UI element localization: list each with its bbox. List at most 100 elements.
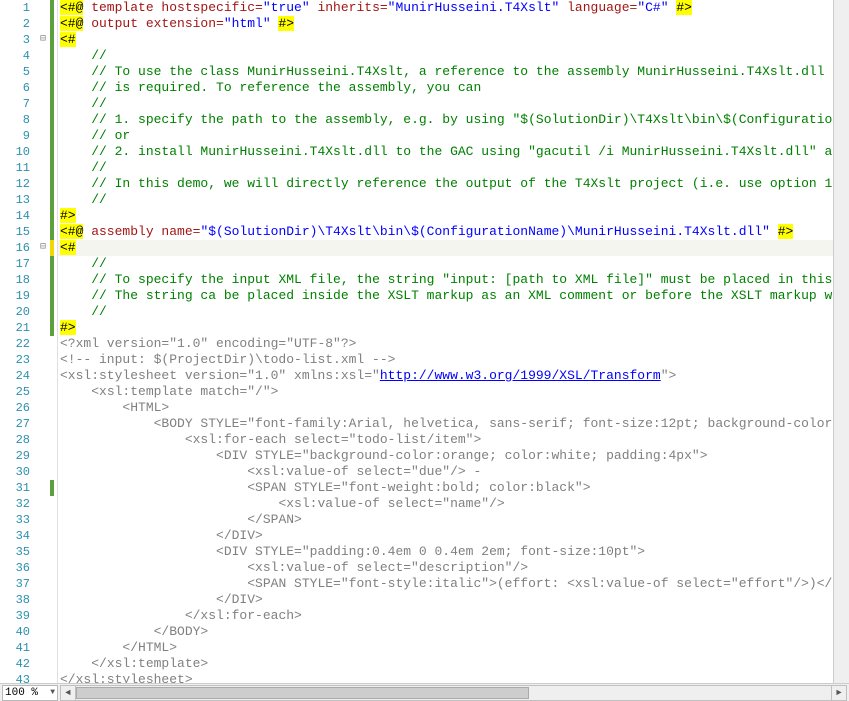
line-number: 18	[0, 273, 36, 287]
code-line[interactable]: </xsl:for-each>	[58, 608, 849, 624]
code-line[interactable]: //	[58, 48, 849, 64]
line-number: 32	[0, 497, 36, 511]
line-number: 12	[0, 177, 36, 191]
code-line[interactable]: </HTML>	[58, 640, 849, 656]
code-line[interactable]: <HTML>	[58, 400, 849, 416]
change-bar	[50, 448, 54, 464]
code-line[interactable]: </DIV>	[58, 528, 849, 544]
bottom-bar: 100 % ▼ ◄ ►	[0, 683, 849, 701]
line-number: 22	[0, 337, 36, 351]
code-lines[interactable]: <#@ template hostspecific="true" inherit…	[58, 0, 849, 683]
code-line[interactable]: //	[58, 160, 849, 176]
change-bar	[50, 64, 54, 80]
change-bar	[50, 176, 54, 192]
line-number: 33	[0, 513, 36, 527]
line-number: 6	[0, 81, 36, 95]
code-line[interactable]: <#@ output extension="html" #>	[58, 16, 849, 32]
fold-toggle[interactable]: ⊟	[36, 240, 50, 256]
gutter-row: 20	[0, 304, 57, 320]
change-bar	[50, 256, 54, 272]
line-number: 16	[0, 241, 36, 255]
gutter-row: 14	[0, 208, 57, 224]
line-number: 20	[0, 305, 36, 319]
line-number: 14	[0, 209, 36, 223]
code-line[interactable]: // is required. To reference the assembl…	[58, 80, 849, 96]
scroll-thumb[interactable]	[76, 687, 529, 699]
change-bar	[50, 624, 54, 640]
code-line[interactable]: <xsl:for-each select="todo-list/item">	[58, 432, 849, 448]
change-bar	[50, 400, 54, 416]
code-line[interactable]: <?xml version="1.0" encoding="UTF-8"?>	[58, 336, 849, 352]
gutter-row: 5	[0, 64, 57, 80]
fold-toggle[interactable]: ⊟	[36, 32, 50, 48]
line-number: 40	[0, 625, 36, 639]
code-line[interactable]: <SPAN STYLE="font-style:italic">(effort:…	[58, 576, 849, 592]
change-bar	[50, 128, 54, 144]
code-line[interactable]: </xsl:stylesheet>	[58, 672, 849, 683]
code-line[interactable]: // 2. install MunirHusseini.T4Xslt.dll t…	[58, 144, 849, 160]
code-line[interactable]: <BODY STYLE="font-family:Arial, helvetic…	[58, 416, 849, 432]
gutter-row: 18	[0, 272, 57, 288]
gutter-row: 32	[0, 496, 57, 512]
change-bar	[50, 576, 54, 592]
code-line[interactable]: //	[58, 96, 849, 112]
code-line[interactable]: //	[58, 192, 849, 208]
change-bar	[50, 672, 54, 683]
code-line[interactable]: <xsl:value-of select="name"/>	[58, 496, 849, 512]
code-line[interactable]: #>	[58, 320, 849, 336]
code-line[interactable]: <SPAN STYLE="font-weight:bold; color:bla…	[58, 480, 849, 496]
line-number: 21	[0, 321, 36, 335]
line-number: 26	[0, 401, 36, 415]
zoom-select[interactable]: 100 % ▼	[2, 685, 58, 701]
code-line[interactable]: </xsl:template>	[58, 656, 849, 672]
code-line[interactable]: //	[58, 256, 849, 272]
line-number: 29	[0, 449, 36, 463]
line-number: 42	[0, 657, 36, 671]
code-line[interactable]: <#@ template hostspecific="true" inherit…	[58, 0, 849, 16]
line-number: 24	[0, 369, 36, 383]
code-line[interactable]: <xsl:stylesheet version="1.0" xmlns:xsl=…	[58, 368, 849, 384]
code-line[interactable]: <xsl:template match="/">	[58, 384, 849, 400]
code-line[interactable]: <xsl:value-of select="due"/> -	[58, 464, 849, 480]
horizontal-scrollbar[interactable]: ◄ ►	[60, 685, 847, 701]
change-bar	[50, 352, 54, 368]
line-number: 17	[0, 257, 36, 271]
code-line[interactable]: #>	[58, 208, 849, 224]
gutter-row: 17	[0, 256, 57, 272]
line-number: 38	[0, 593, 36, 607]
line-number: 15	[0, 225, 36, 239]
code-line[interactable]: </DIV>	[58, 592, 849, 608]
line-number: 43	[0, 673, 36, 683]
code-line[interactable]: //	[58, 304, 849, 320]
code-line[interactable]: // In this demo, we will directly refere…	[58, 176, 849, 192]
code-line[interactable]: // or	[58, 128, 849, 144]
change-bar	[50, 320, 54, 336]
vertical-scrollbar[interactable]	[833, 0, 849, 683]
code-line[interactable]: </BODY>	[58, 624, 849, 640]
code-line[interactable]: </SPAN>	[58, 512, 849, 528]
code-line[interactable]: <DIV STYLE="background-color:orange; col…	[58, 448, 849, 464]
gutter-row: 13	[0, 192, 57, 208]
scroll-track[interactable]	[76, 685, 831, 701]
line-number: 30	[0, 465, 36, 479]
line-number: 19	[0, 289, 36, 303]
editor-wrap: 123⊟45678910111213141516⊟171819202122232…	[0, 0, 849, 701]
code-line[interactable]: <#	[58, 32, 849, 48]
scroll-left-button[interactable]: ◄	[60, 685, 76, 701]
code-line[interactable]: <!-- input: $(ProjectDir)\todo-list.xml …	[58, 352, 849, 368]
gutter-row: 27	[0, 416, 57, 432]
code-line[interactable]: // To use the class MunirHusseini.T4Xslt…	[58, 64, 849, 80]
code-line[interactable]: <#@ assembly name="$(SolutionDir)\T4Xslt…	[58, 224, 849, 240]
code-line[interactable]: <xsl:value-of select="description"/>	[58, 560, 849, 576]
gutter-row: 10	[0, 144, 57, 160]
scroll-right-button[interactable]: ►	[831, 685, 847, 701]
change-bar	[50, 288, 54, 304]
code-line[interactable]: <DIV STYLE="padding:0.4em 0 0.4em 2em; f…	[58, 544, 849, 560]
change-bar	[50, 208, 54, 224]
code-line[interactable]: // The string ca be placed inside the XS…	[58, 288, 849, 304]
gutter-row: 19	[0, 288, 57, 304]
code-line[interactable]: // To specify the input XML file, the st…	[58, 272, 849, 288]
gutter-row: 36	[0, 560, 57, 576]
code-line[interactable]: <#	[58, 240, 849, 256]
code-line[interactable]: // 1. specify the path to the assembly, …	[58, 112, 849, 128]
